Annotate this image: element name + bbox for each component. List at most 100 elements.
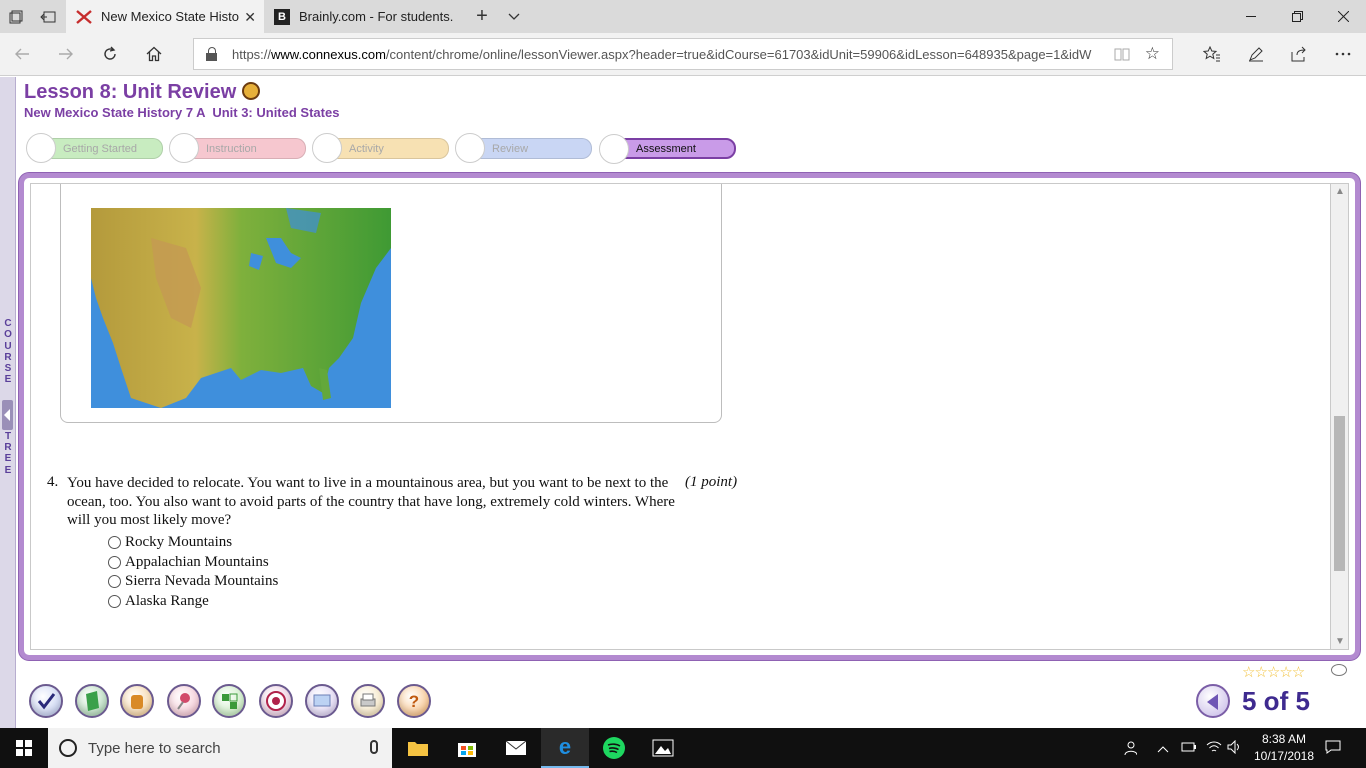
tab-list-chevron-icon[interactable] — [498, 0, 530, 33]
step-tab-getting-started[interactable]: Getting Started — [26, 133, 163, 163]
windows-logo-icon — [16, 740, 32, 756]
reading-view-icon[interactable] — [1114, 47, 1130, 64]
vertical-scrollbar[interactable]: ▲ ▼ — [1331, 183, 1349, 650]
battery-icon[interactable] — [1181, 740, 1197, 756]
tab-title: Brainly.com - For students. — [299, 9, 454, 24]
people-icon[interactable] — [1121, 740, 1138, 759]
taskbar-search-box[interactable]: Type here to search — [48, 728, 392, 768]
more-menu-icon[interactable] — [1327, 39, 1359, 69]
store-icon[interactable] — [443, 728, 491, 768]
spotify-icon[interactable] — [590, 728, 638, 768]
windows-taskbar: Type here to search e 8:38 AM 10/17/2018 — [0, 728, 1366, 768]
printer-icon[interactable] — [351, 684, 385, 718]
forward-button[interactable] — [50, 39, 82, 69]
page-navigator: 5 of 5 — [1196, 684, 1310, 718]
back-button[interactable] — [6, 39, 38, 69]
microphone-icon[interactable] — [370, 740, 378, 754]
tab-title: New Mexico State Histo — [101, 9, 239, 24]
radio-button[interactable] — [108, 575, 121, 588]
monitor-icon[interactable] — [305, 684, 339, 718]
traffic-light-icon — [26, 133, 56, 163]
pin-icon[interactable] — [167, 684, 201, 718]
chevron-up-icon[interactable] — [1157, 740, 1169, 756]
file-explorer-icon[interactable] — [394, 728, 442, 768]
wifi-icon[interactable] — [1206, 740, 1222, 757]
connexus-icon — [76, 9, 92, 25]
tab-new-mexico-history[interactable]: New Mexico State Histo ✕ — [66, 0, 264, 33]
refresh-button[interactable] — [94, 39, 126, 69]
question-text: You have decided to relocate. You want t… — [67, 475, 675, 528]
edge-browser-icon[interactable]: e — [541, 728, 589, 768]
cortana-icon — [59, 739, 77, 757]
scrollbar-thumb[interactable] — [1334, 416, 1345, 571]
book-icon[interactable] — [75, 684, 109, 718]
favorite-star-icon[interactable]: ☆ — [1145, 44, 1160, 64]
share-icon[interactable] — [1283, 39, 1315, 69]
question-scroll-area[interactable]: 4. You have decided to relocate. You wan… — [30, 183, 1331, 650]
step-tab-assessment[interactable]: Assessment — [599, 134, 736, 164]
web-note-icon[interactable] — [1240, 39, 1272, 69]
search-placeholder: Type here to search — [88, 739, 221, 757]
backpack-icon[interactable] — [120, 684, 154, 718]
start-button[interactable] — [0, 728, 48, 768]
target-icon[interactable] — [259, 684, 293, 718]
lesson-badge-icon — [242, 82, 260, 100]
browser-tab-strip: New Mexico State Histo ✕ B Brainly.com -… — [0, 0, 1366, 33]
help-icon[interactable]: ? — [397, 684, 431, 718]
assessment-icon — [599, 134, 629, 164]
mail-icon[interactable] — [492, 728, 540, 768]
radio-button[interactable] — [108, 595, 121, 608]
tab-manager-icon[interactable] — [0, 0, 32, 33]
address-url[interactable]: https://www.connexus.com/content/chrome/… — [232, 47, 1100, 62]
answer-option[interactable]: Alaska Range — [108, 593, 209, 610]
previous-page-button[interactable] — [1196, 684, 1230, 718]
new-tab-button[interactable]: + — [466, 0, 498, 33]
svg-text:?: ? — [409, 692, 419, 711]
step-tab-instruction[interactable]: Instruction — [169, 133, 306, 163]
photos-icon[interactable] — [639, 728, 687, 768]
home-button[interactable] — [138, 39, 170, 69]
rating-stars[interactable]: ☆☆☆☆☆ — [1242, 663, 1305, 681]
lock-icon[interactable] — [206, 47, 218, 61]
page-indicator: 5 of 5 — [1242, 685, 1310, 716]
minimize-button[interactable] — [1228, 0, 1274, 33]
set-tabs-aside-icon[interactable] — [32, 0, 64, 33]
scroll-down-icon[interactable]: ▼ — [1335, 636, 1345, 647]
tab-brainly[interactable]: B Brainly.com - For students. — [264, 0, 464, 33]
step-tab-label: Instruction — [206, 142, 257, 155]
radio-button[interactable] — [108, 556, 121, 569]
books-icon — [312, 133, 342, 163]
course-tree-toggle-icon[interactable] — [2, 400, 13, 430]
lesson-page: COURSE TREE Lesson 8: Unit Review New Me… — [0, 77, 1366, 728]
radio-button[interactable] — [108, 536, 121, 549]
clock-date: 10/17/2018 — [1253, 749, 1315, 763]
lesson-subtitle: New Mexico State History 7 A Unit 3: Uni… — [24, 105, 340, 120]
north-america-map-image — [91, 208, 391, 408]
answer-option-label: Appalachian Mountains — [125, 554, 269, 570]
address-bar[interactable]: https://www.connexus.com/content/chrome/… — [193, 38, 1173, 70]
action-center-icon[interactable] — [1325, 740, 1341, 757]
review-icon — [455, 133, 485, 163]
close-tab-icon[interactable]: ✕ — [244, 9, 256, 26]
instruction-icon — [169, 133, 199, 163]
taskbar-clock[interactable]: 8:38 AM 10/17/2018 — [1244, 731, 1324, 765]
step-tab-label: Activity — [349, 142, 384, 155]
step-tab-review[interactable]: Review — [455, 133, 592, 163]
puzzle-icon[interactable] — [212, 684, 246, 718]
answer-option-label: Sierra Nevada Mountains — [125, 573, 279, 589]
answer-option[interactable]: Rocky Mountains — [108, 534, 232, 551]
restore-button[interactable] — [1274, 0, 1320, 33]
comment-icon[interactable] — [1331, 664, 1347, 676]
step-tab-activity[interactable]: Activity — [312, 133, 449, 163]
map-card — [60, 184, 722, 423]
favorites-icon[interactable] — [1196, 39, 1228, 69]
volume-icon[interactable] — [1227, 739, 1243, 757]
clock-time: 8:38 AM — [1261, 732, 1307, 746]
answer-option[interactable]: Sierra Nevada Mountains — [108, 573, 278, 590]
answer-option[interactable]: Appalachian Mountains — [108, 554, 269, 571]
scroll-up-icon[interactable]: ▲ — [1335, 186, 1345, 197]
close-window-button[interactable] — [1320, 0, 1366, 33]
check-icon[interactable] — [29, 684, 63, 718]
step-tab-label: Assessment — [636, 142, 696, 155]
course-tree-panel[interactable]: COURSE TREE — [0, 77, 16, 728]
